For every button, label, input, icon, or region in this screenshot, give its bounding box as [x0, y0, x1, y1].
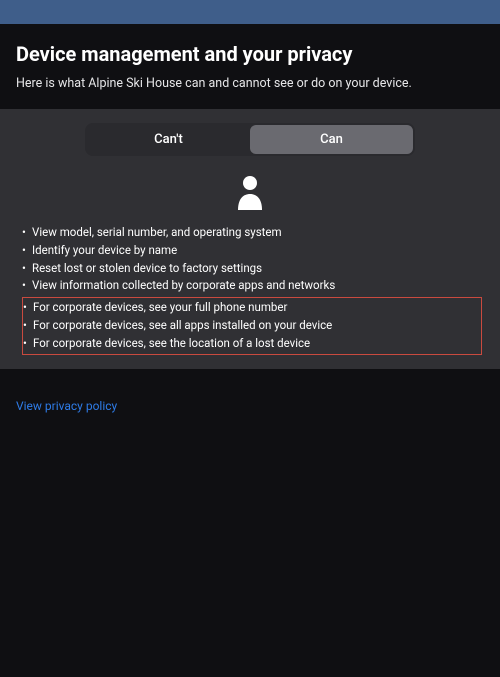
- list-item: View information collected by corporate …: [22, 277, 482, 295]
- footer: View privacy policy: [0, 369, 500, 440]
- segmented-control: Can't Can: [85, 123, 415, 156]
- page-title: Device management and your privacy: [16, 42, 484, 66]
- content-area: Device management and your privacy Here …: [0, 24, 500, 91]
- privacy-policy-link[interactable]: View privacy policy: [16, 399, 117, 413]
- permissions-list-wrap: View model, serial number, and operating…: [0, 224, 500, 355]
- permissions-list-highlighted: For corporate devices, see your full pho…: [23, 299, 481, 352]
- highlighted-permissions: For corporate devices, see your full pho…: [22, 297, 482, 354]
- page-subtitle: Here is what Alpine Ski House can and ca…: [16, 76, 484, 91]
- list-item: Identify your device by name: [22, 242, 482, 260]
- list-item: For corporate devices, see your full pho…: [23, 299, 481, 317]
- top-bar: [0, 0, 500, 24]
- list-item: For corporate devices, see all apps inst…: [23, 317, 481, 335]
- permissions-panel: Can't Can View model, serial number, and…: [0, 109, 500, 369]
- tab-can[interactable]: Can: [250, 125, 413, 154]
- list-item: View model, serial number, and operating…: [22, 224, 482, 242]
- list-item: Reset lost or stolen device to factory s…: [22, 260, 482, 278]
- list-item: For corporate devices, see the location …: [23, 335, 481, 353]
- person-icon: [234, 174, 266, 210]
- tab-cant[interactable]: Can't: [87, 125, 250, 154]
- permissions-list: View model, serial number, and operating…: [22, 224, 482, 295]
